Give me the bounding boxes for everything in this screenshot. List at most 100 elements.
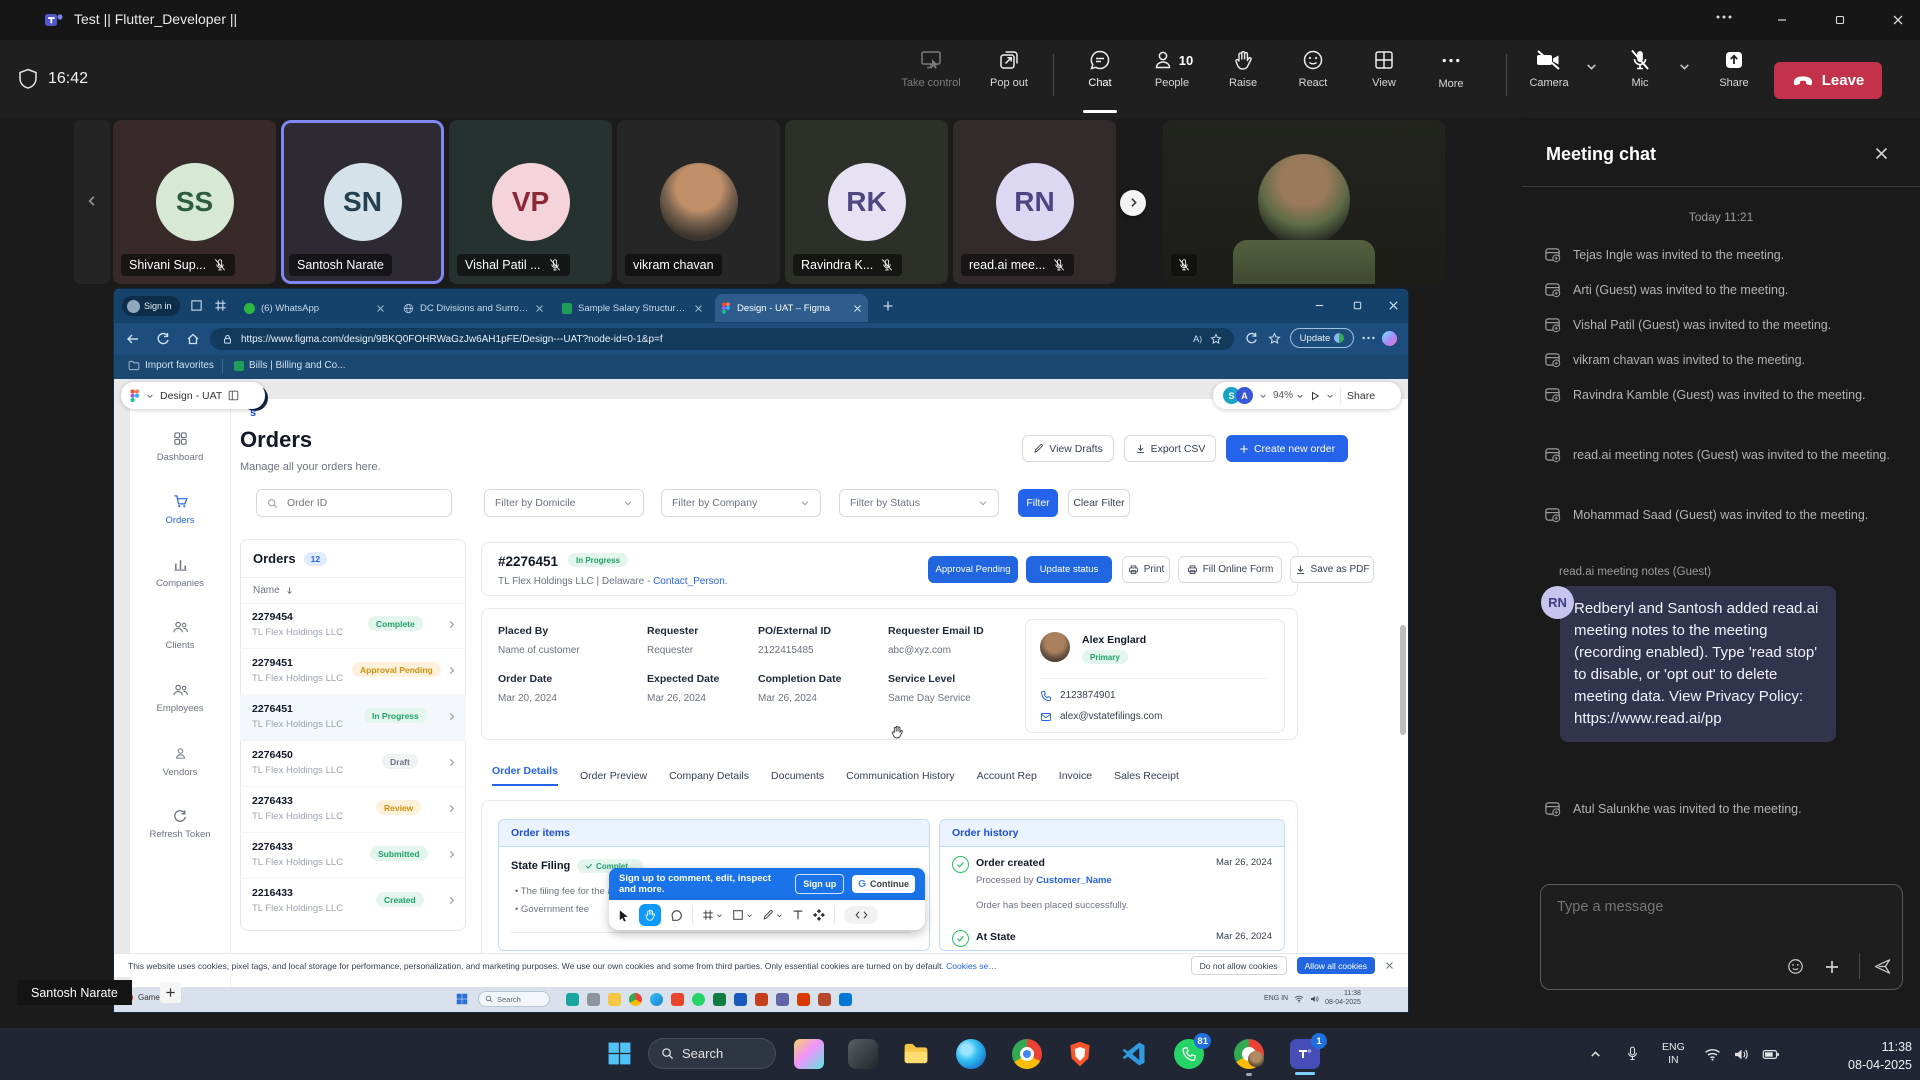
participant-tile[interactable]: SS Shivani Sup... — [113, 120, 276, 284]
order-row[interactable]: 2216433 TL Flex Holdings LLC Created — [240, 879, 466, 925]
view-drafts-button[interactable]: View Drafts — [1022, 435, 1114, 462]
presenter-app-icon[interactable] — [650, 993, 663, 1006]
collaborator-avatar[interactable]: A — [1236, 387, 1253, 404]
presenter-app-icon[interactable] — [671, 993, 684, 1006]
taskbar-edge-icon[interactable] — [956, 1039, 986, 1069]
presenter-clock[interactable]: 11:38 08-04-2025 — [1325, 990, 1361, 1008]
dev-mode-toggle[interactable] — [844, 906, 878, 924]
column-header-name[interactable]: Name — [253, 585, 280, 596]
sync-icon[interactable] — [1245, 332, 1258, 345]
read-aloud-icon[interactable]: A) — [1193, 334, 1202, 345]
sidebar-item-vendors[interactable]: Vendors — [130, 746, 230, 778]
hand-tool-icon-active[interactable] — [639, 904, 661, 926]
zoom-dropdown[interactable]: 94% — [1273, 390, 1304, 401]
figma-doc-title[interactable]: Design - UAT — [160, 390, 222, 402]
update-status-button[interactable]: Update status — [1026, 556, 1112, 583]
canvas-scrollbar-thumb[interactable] — [1400, 625, 1406, 735]
taskbar-vscode-icon[interactable] — [1120, 1040, 1150, 1070]
order-row[interactable]: 2279454 TL Flex Holdings LLC Complete — [240, 603, 466, 649]
window-maximize-icon[interactable] — [1834, 14, 1846, 26]
share-button[interactable]: Share — [1700, 48, 1768, 89]
presenter-app-icon[interactable] — [797, 993, 810, 1006]
taskbar-chrome-icon[interactable] — [1012, 1039, 1042, 1069]
react-button[interactable]: React — [1279, 48, 1347, 89]
people-button[interactable]: 10 People — [1134, 48, 1210, 89]
tray-clock[interactable]: 11:38 08-04-2025 — [1806, 1039, 1912, 1074]
favorite-bookmark[interactable]: Bills | Billing and Co... — [234, 360, 346, 371]
taskbar-chrome-profile-icon[interactable] — [1234, 1039, 1264, 1069]
presenter-app-icon[interactable] — [608, 993, 621, 1006]
browser-workspaces-icon[interactable] — [190, 299, 203, 312]
taskbar-copilot-icon[interactable] — [794, 1039, 824, 1069]
presenter-app-icon[interactable] — [755, 993, 768, 1006]
tab-close-icon[interactable] — [694, 304, 703, 313]
taskbar-brave-icon[interactable] — [1066, 1040, 1096, 1070]
take-control-button[interactable]: Take control — [897, 48, 965, 89]
contact-person-link[interactable]: Contact_Person. — [653, 576, 728, 587]
create-new-order-button[interactable]: Create new order — [1226, 435, 1348, 462]
send-icon[interactable] — [1873, 957, 1892, 976]
export-csv-button[interactable]: Export CSV — [1124, 435, 1216, 462]
browser-tab[interactable]: Sample Salary Structure with calc — [556, 294, 709, 322]
present-icon[interactable] — [1310, 391, 1320, 401]
presenter-language[interactable]: ENG IN — [1264, 995, 1288, 1003]
browser-tab[interactable]: DC Divisions and Surroundings — [397, 294, 550, 322]
chat-button[interactable]: Chat — [1066, 48, 1134, 89]
chevron-down-icon[interactable] — [1259, 392, 1267, 400]
tab-close-icon[interactable] — [535, 304, 544, 313]
browser-tab[interactable]: (6) WhatsApp — [238, 294, 391, 322]
approval-pending-button[interactable]: Approval Pending — [928, 556, 1018, 583]
order-id-search[interactable] — [256, 489, 452, 517]
browser-menu-dots-icon[interactable] — [1362, 336, 1375, 340]
fill-online-form-button[interactable]: Fill Online Form — [1178, 556, 1282, 583]
tab-company-details[interactable]: Company Details — [669, 770, 749, 782]
browser-minimize-icon[interactable] — [1314, 300, 1325, 311]
presenter-start-icon[interactable] — [456, 993, 468, 1005]
cookie-settings-link[interactable]: Cookies settings — [946, 961, 998, 971]
tab-order-preview[interactable]: Order Preview — [580, 770, 647, 782]
cookie-close-icon[interactable] — [1385, 961, 1394, 970]
taskbar-file-explorer-icon[interactable] — [902, 1041, 932, 1071]
mic-options-chevron-icon[interactable] — [1678, 60, 1691, 73]
browser-tab-active[interactable]: Design - UAT – Figma — [715, 294, 868, 322]
filter-button[interactable]: Filter — [1018, 489, 1058, 517]
window-close-icon[interactable] — [1892, 14, 1904, 26]
shape-tool-icon[interactable] — [732, 909, 753, 921]
chevron-down-icon[interactable] — [146, 392, 154, 400]
allow-cookies-button[interactable]: Allow all cookies — [1297, 957, 1375, 974]
participant-tile[interactable]: vikram chavan — [617, 120, 780, 284]
presenter-app-icon[interactable] — [818, 993, 831, 1006]
order-id-input[interactable] — [285, 496, 429, 510]
sidebar-item-companies[interactable]: Companies — [130, 557, 230, 589]
browser-signin-button[interactable]: Sign in — [122, 296, 180, 316]
chevron-down-icon[interactable] — [1326, 392, 1334, 400]
frame-tool-icon[interactable] — [702, 909, 723, 921]
window-more-icon[interactable] — [1716, 15, 1732, 19]
camera-options-chevron-icon[interactable] — [1585, 60, 1598, 73]
taskbar-teams-icon[interactable]: 1 — [1290, 1039, 1320, 1069]
collections-star-icon[interactable] — [1268, 332, 1281, 345]
comment-tool-icon[interactable] — [670, 909, 683, 922]
figma-share-button[interactable]: Share — [1347, 390, 1375, 402]
tab-order-details[interactable]: Order Details — [492, 765, 558, 786]
camera-button[interactable]: Camera — [1515, 48, 1583, 89]
participants-scroll-right[interactable] — [1120, 190, 1146, 216]
chat-message-bubble[interactable]: Redberyl and Santosh added read.ai meeti… — [1560, 586, 1836, 742]
sidebar-item-orders[interactable]: Orders — [130, 494, 230, 526]
browser-update-button[interactable]: Update — [1290, 328, 1354, 348]
pen-tool-icon[interactable] — [762, 909, 783, 921]
tab-documents[interactable]: Documents — [771, 770, 824, 782]
participant-tile[interactable]: RK Ravindra K... — [785, 120, 948, 284]
taskbar-app-icon[interactable] — [848, 1039, 878, 1069]
participant-tile[interactable]: VP Vishal Patil ... — [449, 120, 612, 284]
presenter-app-icon[interactable] — [692, 993, 705, 1006]
presenter-app-icon[interactable] — [839, 993, 852, 1006]
browser-close-icon[interactable] — [1388, 300, 1399, 311]
raise-hand-button[interactable]: Raise — [1209, 48, 1277, 89]
participant-tile[interactable]: SN Santosh Narate — [281, 120, 444, 284]
mic-button[interactable]: Mic — [1606, 48, 1674, 89]
sidebar-item-clients[interactable]: Clients — [130, 620, 230, 651]
browser-maximize-icon[interactable] — [1352, 300, 1363, 311]
chat-input[interactable] — [1555, 897, 1879, 949]
home-icon[interactable] — [186, 332, 200, 346]
